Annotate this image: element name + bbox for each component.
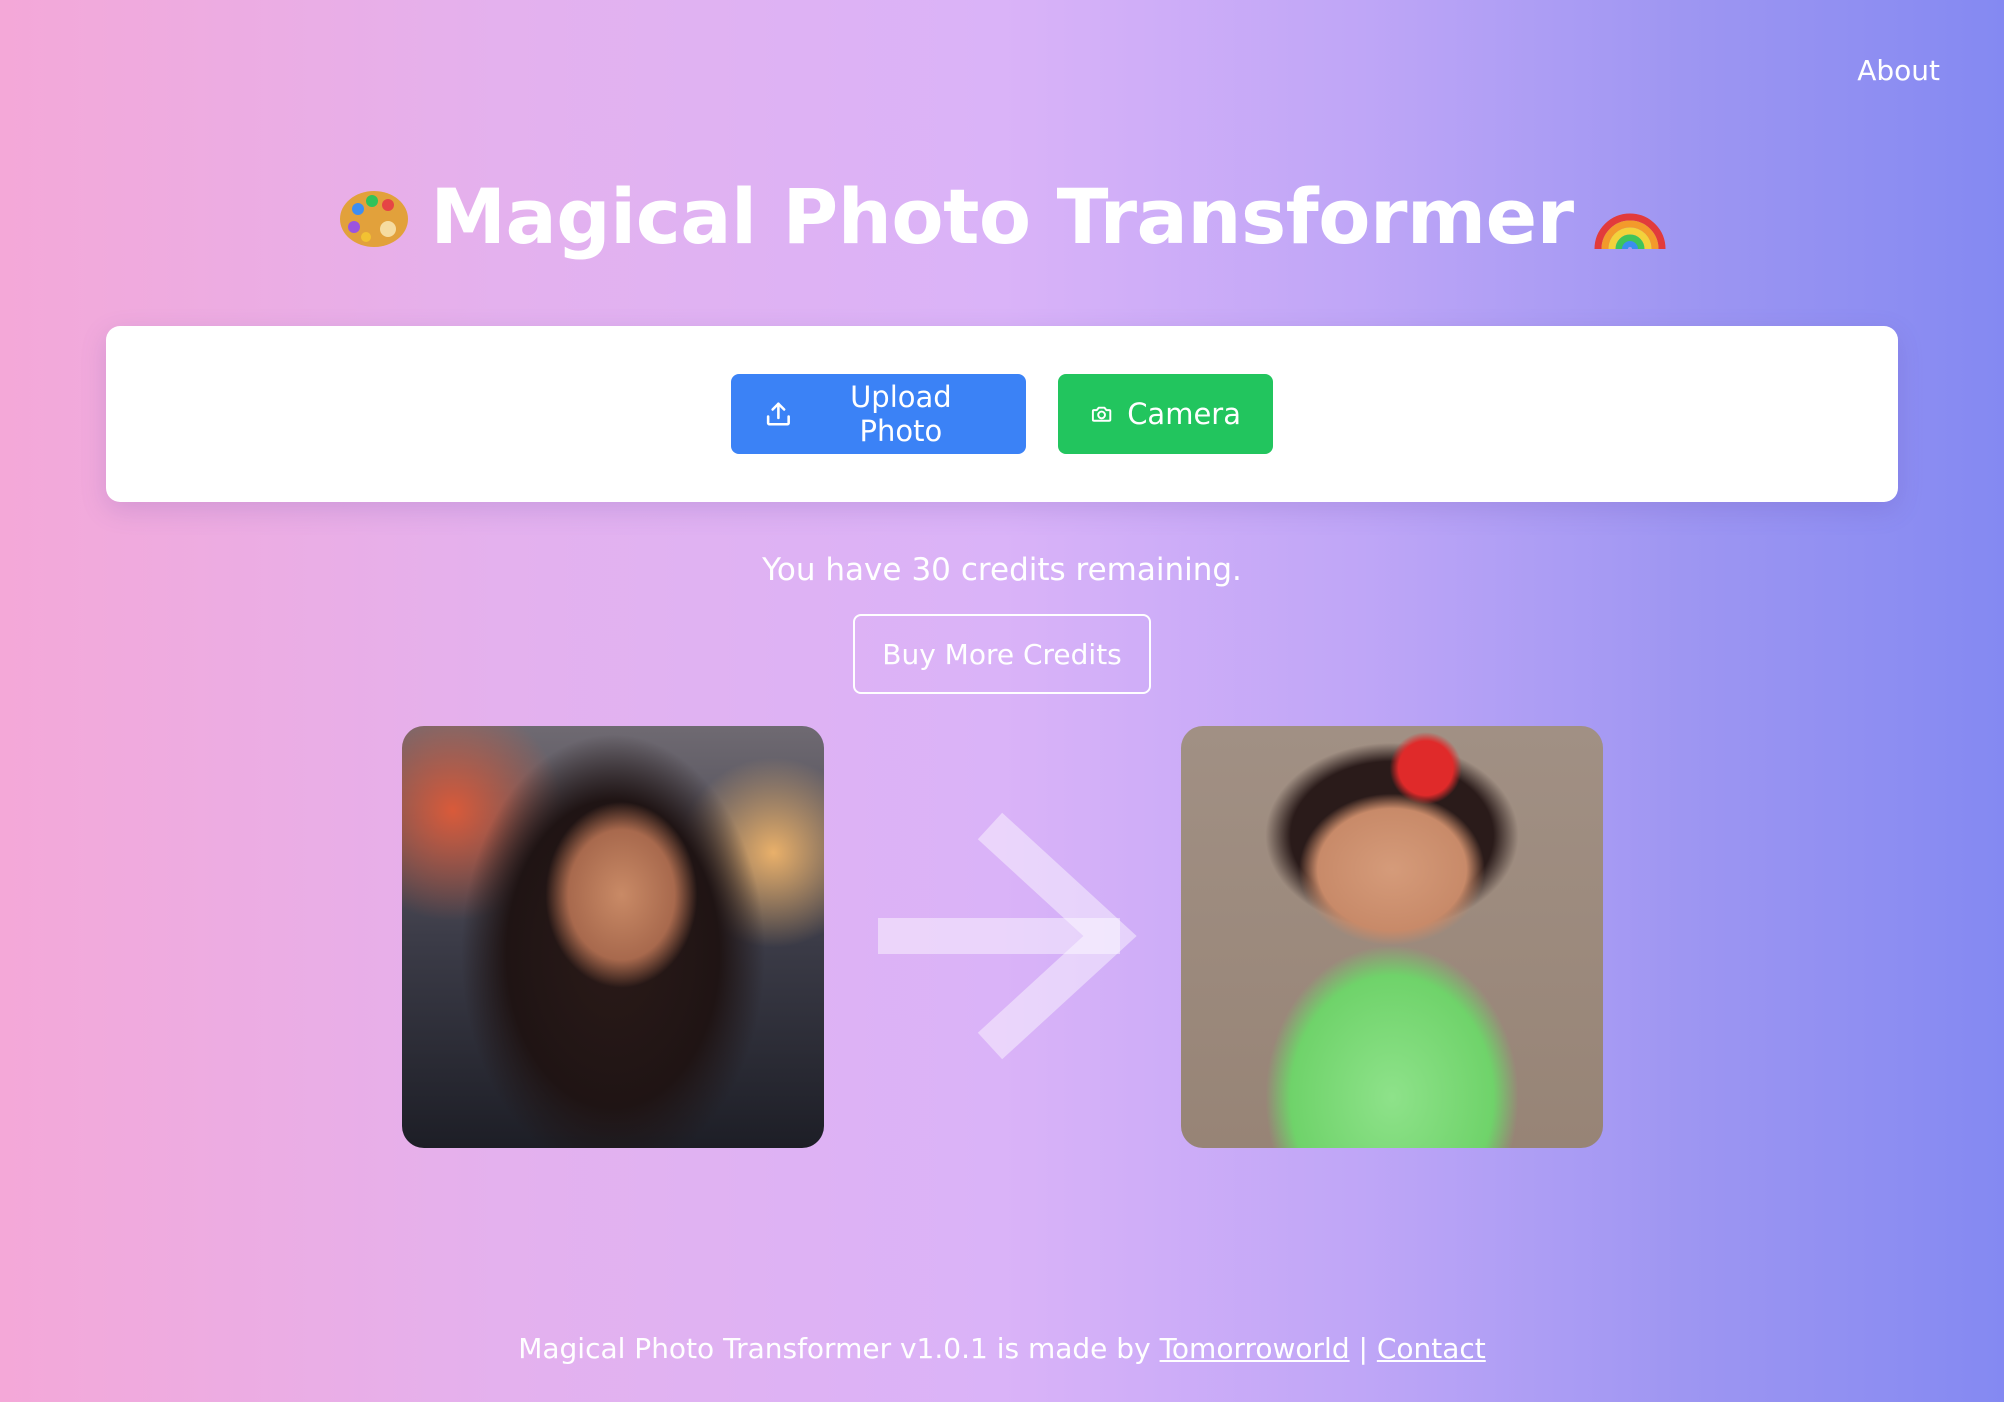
author-link[interactable]: Tomorroworld xyxy=(1160,1332,1350,1365)
upload-photo-label: Upload Photo xyxy=(850,380,952,448)
footer-separator: | xyxy=(1358,1332,1368,1365)
action-panel: Upload Photo Camera xyxy=(106,326,1898,502)
footer-text: Magical Photo Transformer v1.0.1 is made… xyxy=(518,1332,1151,1365)
rainbow-icon xyxy=(1592,179,1668,255)
upload-photo-button[interactable]: Upload Photo xyxy=(731,374,1026,454)
after-photo xyxy=(1181,726,1603,1148)
about-link[interactable]: About xyxy=(1857,54,1940,87)
credits-prefix: You have xyxy=(762,552,902,588)
footer: Magical Photo Transformer v1.0.1 is made… xyxy=(0,1332,2004,1365)
credits-suffix: credits remaining. xyxy=(960,552,1242,588)
before-photo xyxy=(402,726,824,1148)
camera-label: Camera xyxy=(1127,397,1241,431)
credits-count: 30 xyxy=(911,552,951,588)
artist-palette-icon xyxy=(336,179,412,255)
camera-icon xyxy=(1091,406,1112,422)
page-title-text: Magical Photo Transformer xyxy=(430,172,1574,261)
page-title: Magical Photo Transformer xyxy=(0,172,2004,261)
contact-link[interactable]: Contact xyxy=(1377,1332,1486,1365)
arrow-right-icon xyxy=(878,812,1137,1060)
upload-icon xyxy=(766,402,790,426)
camera-button[interactable]: Camera xyxy=(1058,374,1273,454)
buy-more-credits-button[interactable]: Buy More Credits xyxy=(853,614,1151,694)
credits-status: You have 30 credits remaining. xyxy=(0,552,2004,588)
